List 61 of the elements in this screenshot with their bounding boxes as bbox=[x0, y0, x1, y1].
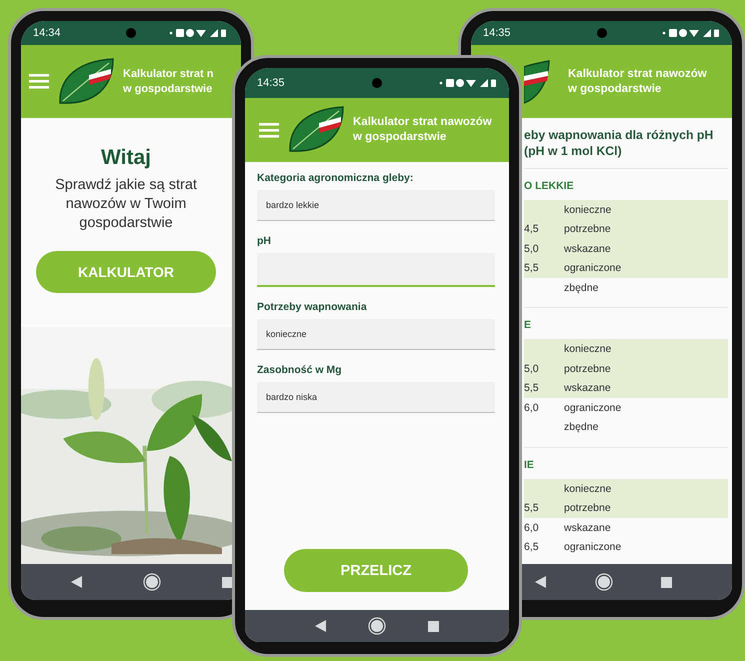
status-time: 14:35 bbox=[483, 27, 511, 39]
status-time: 14:35 bbox=[257, 77, 285, 89]
table-cell: potrzebne bbox=[564, 223, 611, 236]
table-cell: wskazane bbox=[564, 382, 611, 394]
home-icon[interactable] bbox=[143, 573, 161, 591]
recents-icon[interactable] bbox=[661, 576, 672, 588]
leaf-logo bbox=[287, 105, 345, 155]
section-heading: E bbox=[524, 318, 532, 334]
app-title: Kalkulator strat nawozów w gospodarstwie bbox=[353, 115, 492, 145]
leaf-logo bbox=[524, 58, 550, 104]
table-cell: 5,5 bbox=[524, 382, 539, 394]
table-cell: 6,5 bbox=[524, 541, 539, 554]
table-cell: ograniczone bbox=[564, 541, 622, 554]
input-field[interactable] bbox=[257, 253, 495, 287]
table-cell: ograniczone bbox=[564, 402, 622, 414]
table-cell: 5,0 bbox=[524, 362, 539, 375]
welcome-message: Sprawdź jakie są strat nawozów w Twoim gospodarstwie bbox=[55, 176, 197, 233]
section-heading: IE bbox=[524, 458, 535, 473]
field-label: Zasobność w Mg bbox=[257, 364, 343, 376]
table-cell: potrzebne bbox=[564, 362, 611, 375]
input-field[interactable]: bardzo niska bbox=[257, 382, 495, 413]
table-title: eby wapnowania dla różnych pH (pH w 1 mol KCl) bbox=[524, 118, 728, 169]
table-cell: konieczne bbox=[564, 482, 612, 495]
table-cell: konieczne bbox=[564, 343, 612, 356]
field-label: Potrzeby wapnowania bbox=[257, 301, 368, 313]
field-label: pH bbox=[257, 235, 272, 247]
back-icon[interactable] bbox=[71, 576, 82, 588]
camera-hole bbox=[596, 28, 606, 38]
table-cell: potrzebne bbox=[564, 502, 611, 514]
status-icons bbox=[169, 28, 227, 38]
input-field[interactable]: bardzo lekkie bbox=[257, 190, 495, 221]
table-cell: wskazane bbox=[564, 242, 611, 255]
table-cell: 6,0 bbox=[524, 522, 539, 534]
table-cell: 4,5 bbox=[524, 223, 539, 236]
table-cell: wskazane bbox=[564, 522, 611, 534]
table-cell: 5,0 bbox=[524, 242, 539, 255]
app-title: Kalkulator strat n w gospodarstwie bbox=[123, 67, 214, 96]
home-icon[interactable] bbox=[594, 573, 612, 591]
recents-icon[interactable] bbox=[428, 620, 439, 632]
table-cell: 5,5 bbox=[524, 502, 539, 514]
table-cell: 5,5 bbox=[524, 262, 539, 274]
home-icon[interactable] bbox=[368, 617, 386, 635]
recents-icon[interactable] bbox=[222, 576, 233, 588]
welcome-heading: Witaj bbox=[101, 146, 151, 170]
section-heading: O LEKKIE bbox=[524, 178, 575, 194]
leaf-logo bbox=[57, 56, 115, 106]
table-cell: ograniczone bbox=[564, 262, 622, 274]
table-cell: zbędne bbox=[564, 282, 598, 294]
back-icon[interactable] bbox=[315, 620, 326, 632]
status-icons bbox=[439, 78, 497, 88]
field-label: Kategoria agronomiczna gleby: bbox=[257, 172, 414, 184]
status-time: 14:34 bbox=[33, 27, 61, 39]
table-cell: 6,0 bbox=[524, 402, 539, 414]
table-cell: zbędne bbox=[564, 421, 598, 434]
camera-hole bbox=[372, 78, 382, 88]
table-cell: konieczne bbox=[564, 204, 612, 216]
back-icon[interactable] bbox=[535, 576, 546, 588]
input-field[interactable]: konieczne bbox=[257, 319, 495, 350]
app-title: Kalkulator strat nawozów w gospodarstwie bbox=[568, 66, 707, 96]
camera-hole bbox=[126, 28, 136, 38]
status-icons bbox=[662, 28, 720, 38]
